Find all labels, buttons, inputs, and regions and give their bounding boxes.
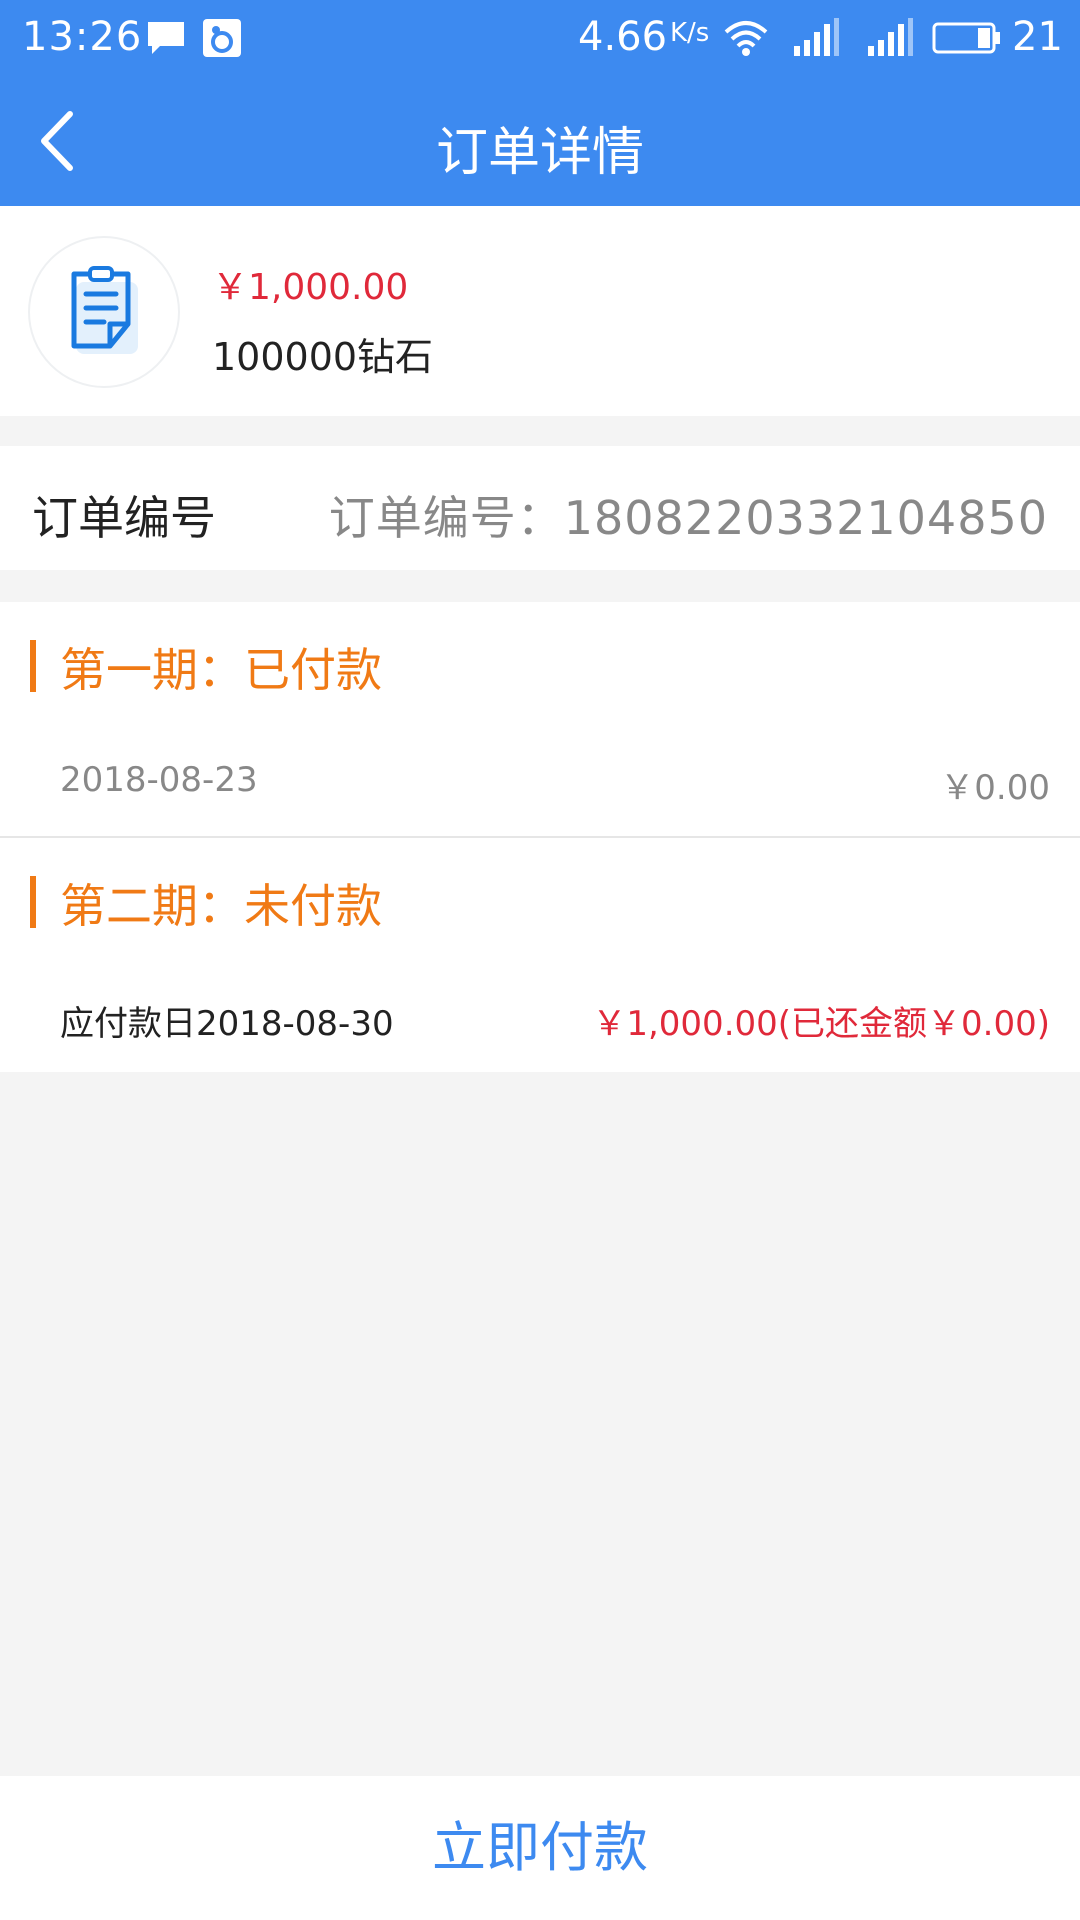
battery-level: 21	[1012, 14, 1063, 60]
product-price: ￥1,000.00	[212, 267, 409, 308]
installment-title: 第二期：未付款	[60, 879, 382, 933]
product-card: ￥1,000.00 100000钻石	[0, 206, 1080, 416]
product-name: 100000钻石	[212, 335, 434, 379]
product-avatar	[28, 236, 180, 388]
signal-4g-icon	[794, 18, 839, 56]
installment-2: 第二期：未付款 应付款日2018-08-30 ￥1,000.00(已还金额￥0.…	[0, 838, 1080, 1072]
pay-now-button[interactable]: 立即付款	[0, 1776, 1080, 1920]
installment-1: 第一期：已付款 2018-08-23 ￥0.00	[0, 602, 1080, 836]
wifi-icon	[724, 21, 768, 56]
signal-icon	[868, 18, 913, 56]
uc-browser-icon	[203, 19, 241, 57]
net-speed: 4.66	[578, 14, 668, 60]
net-speed-unit: K/s	[670, 18, 710, 48]
page-title: 订单详情	[435, 123, 644, 183]
order-number-row: 订单编号 订单编号：1808220332104850	[0, 446, 1080, 570]
status-bar: 13:26 4.66 K/s 21	[0, 0, 1080, 76]
message-icon	[148, 22, 184, 54]
footer-bar: 立即付款	[0, 1776, 1080, 1920]
installment-amount: ￥0.00	[940, 768, 1050, 808]
order-number-value: 订单编号：1808220332104850	[328, 491, 1048, 545]
installment-amount: ￥1,000.00(已还金额￥0.00)	[592, 1004, 1050, 1044]
installment-marker	[30, 640, 36, 692]
title-bar: 订单详情	[0, 76, 1080, 206]
order-number-label: 订单编号	[32, 491, 216, 545]
installment-title: 第一期：已付款	[60, 643, 382, 697]
installment-date: 2018-08-23	[60, 760, 258, 800]
battery-icon	[932, 22, 1000, 54]
status-time: 13:26	[22, 14, 143, 60]
installment-due-date: 应付款日2018-08-30	[60, 1004, 394, 1044]
installment-marker	[30, 876, 36, 928]
document-icon	[71, 266, 138, 354]
